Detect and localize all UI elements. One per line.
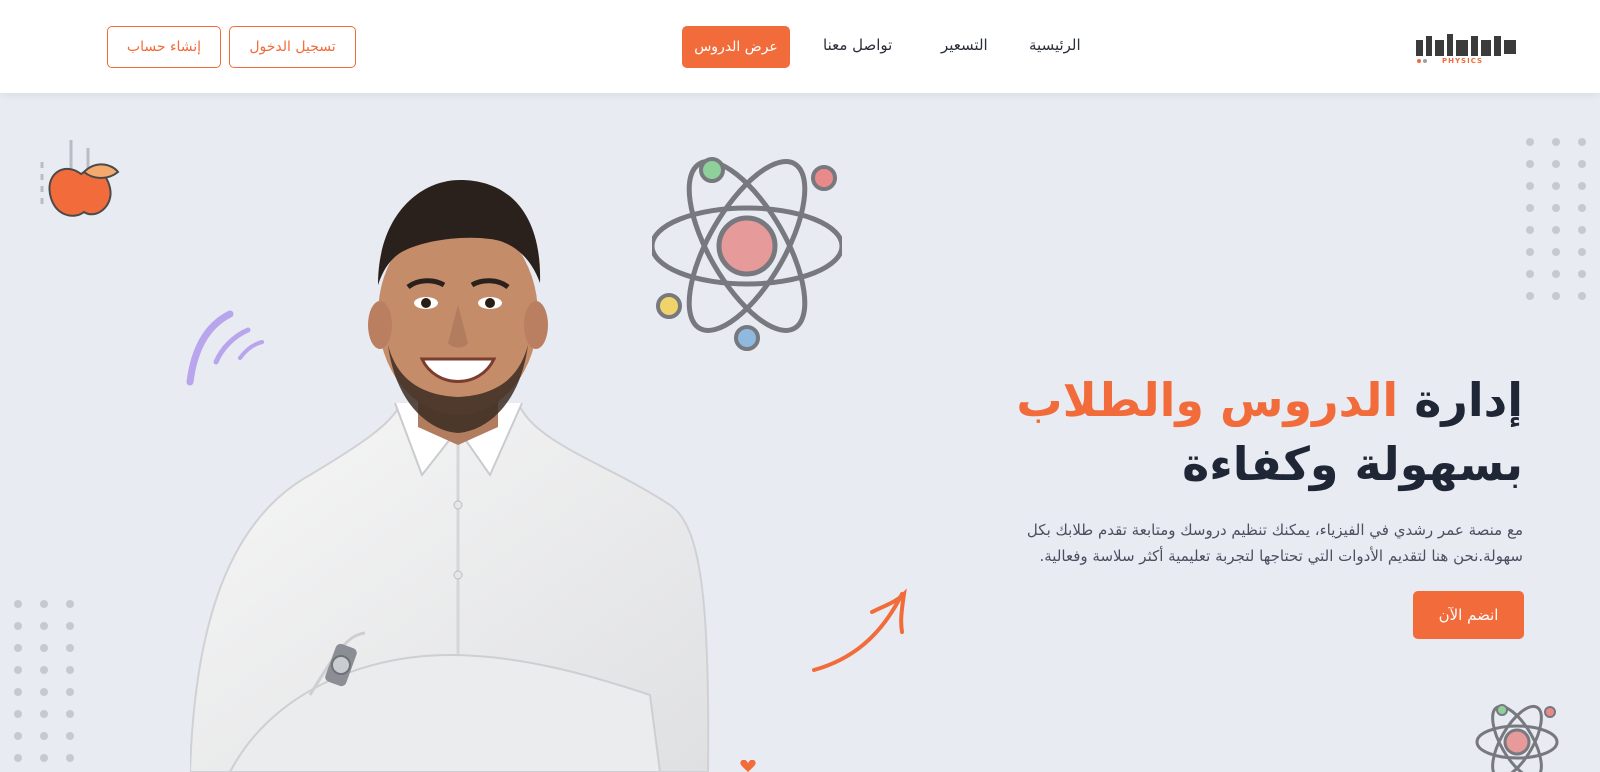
hero-title-accent: الدروس والطلاب	[1016, 373, 1399, 427]
nav-link-contact[interactable]: تواصل معنا	[823, 36, 892, 54]
hero-title-part2: بسهولة وكفاءة	[1182, 437, 1523, 491]
brand-subtitle: PHYSICS	[1442, 57, 1484, 65]
nav-link-home[interactable]: الرئيسية	[1029, 36, 1081, 54]
instructor-photo	[190, 180, 710, 772]
apple-icon	[40, 140, 120, 217]
navbar: PHYSICS الرئيسية التسعير تواصل معنا عرض …	[0, 0, 1600, 93]
heart-icon	[740, 760, 756, 772]
brand-logo[interactable]: PHYSICS	[1412, 30, 1522, 66]
nav-link-pricing[interactable]: التسعير	[941, 36, 988, 54]
view-lessons-button[interactable]: عرض الدروس	[682, 26, 790, 68]
hero-title-part1: إدارة	[1414, 373, 1523, 427]
dot-grid-icon	[1526, 138, 1586, 300]
hero-title: إدارة الدروس والطلاب بسهولة وكفاءة	[963, 368, 1523, 496]
hero-description: مع منصة عمر رشدي في الفيزياء، يمكنك تنظي…	[1026, 521, 1523, 565]
arrow-icon	[812, 588, 907, 672]
join-now-button[interactable]: انضم الآن	[1413, 591, 1524, 639]
dot-grid-icon	[14, 600, 74, 762]
login-button[interactable]: تسجيل الدخول	[229, 26, 356, 68]
atom-icon	[1475, 704, 1559, 772]
signup-button[interactable]: إنشاء حساب	[107, 26, 221, 68]
